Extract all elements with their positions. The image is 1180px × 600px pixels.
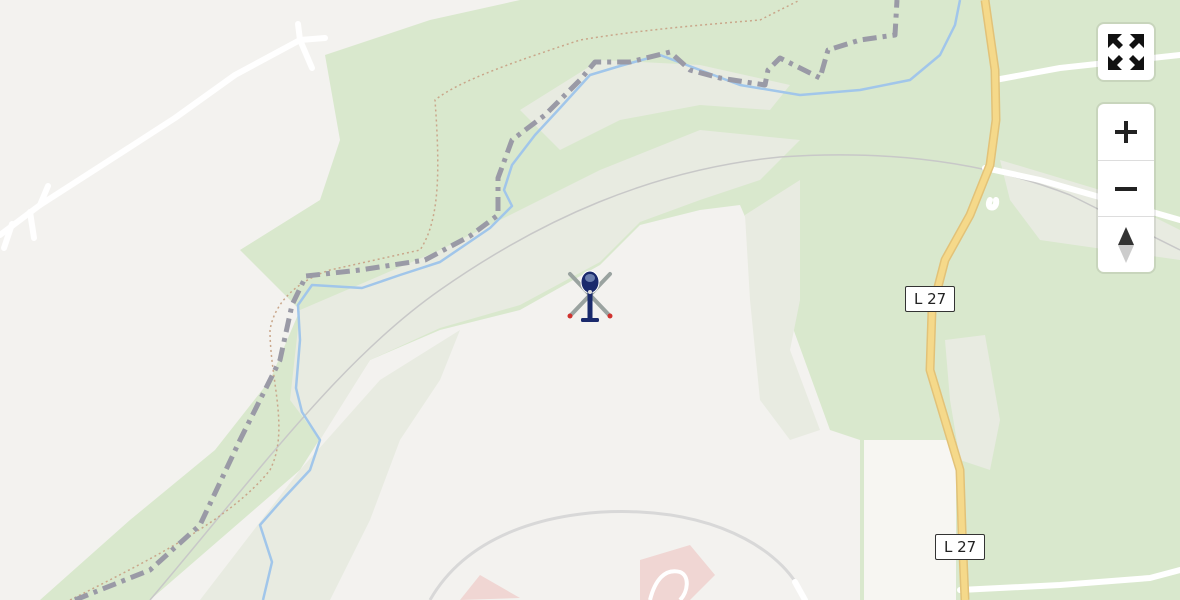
fullscreen-icon [1108, 34, 1144, 70]
road-label-l27-lower: L 27 [935, 534, 986, 560]
fullscreen-control [1098, 24, 1154, 80]
road-label-l27-upper: L 27 [905, 286, 956, 312]
minus-icon [1115, 186, 1137, 191]
plus-icon [1115, 121, 1137, 143]
map-canvas[interactable] [0, 0, 1180, 600]
zoom-in-button[interactable] [1098, 104, 1154, 160]
open-field [864, 440, 956, 600]
fullscreen-button[interactable] [1098, 24, 1154, 80]
zoom-control [1098, 104, 1154, 272]
compass-button[interactable] [1098, 216, 1154, 272]
zoom-out-button[interactable] [1098, 160, 1154, 216]
compass-icon [1118, 226, 1134, 263]
